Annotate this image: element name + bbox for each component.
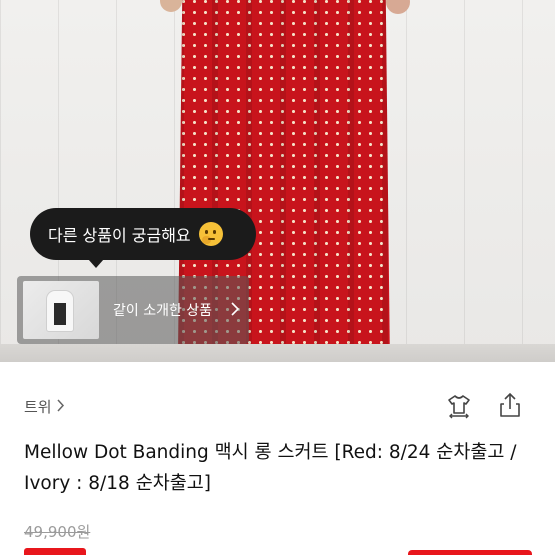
model-hand-right (386, 0, 410, 14)
tooltip-text: 다른 상품이 궁금해요 (48, 226, 191, 245)
sale-price (24, 548, 86, 555)
chevron-right-icon (230, 301, 240, 320)
related-products-label: 같이 소개한 상품 (113, 303, 213, 319)
thinking-face-icon (198, 222, 223, 246)
seller-link[interactable]: 트위 (24, 396, 65, 417)
product-photo[interactable]: 다른 상품이 궁금해요 같이 소개한 상품 (0, 0, 555, 362)
model-hand-left (160, 0, 182, 12)
share-icon (497, 391, 523, 423)
other-products-tooltip[interactable]: 다른 상품이 궁금해요 (30, 208, 256, 268)
chevron-right-icon (56, 398, 65, 416)
related-product-thumbnail (23, 281, 99, 339)
closet-hanger-button[interactable] (444, 392, 474, 422)
original-price: 49,900원 (24, 523, 91, 541)
product-title: Mellow Dot Banding 맥시 롱 스커트 [Red: 8/24 순… (24, 442, 517, 494)
buy-button[interactable] (408, 550, 532, 555)
share-button[interactable] (495, 392, 525, 422)
floor-baseboard (0, 344, 555, 362)
related-products-banner[interactable]: 같이 소개한 상품 (17, 276, 249, 344)
seller-name: 트위 (24, 398, 52, 416)
closet-hanger-icon (445, 391, 473, 423)
